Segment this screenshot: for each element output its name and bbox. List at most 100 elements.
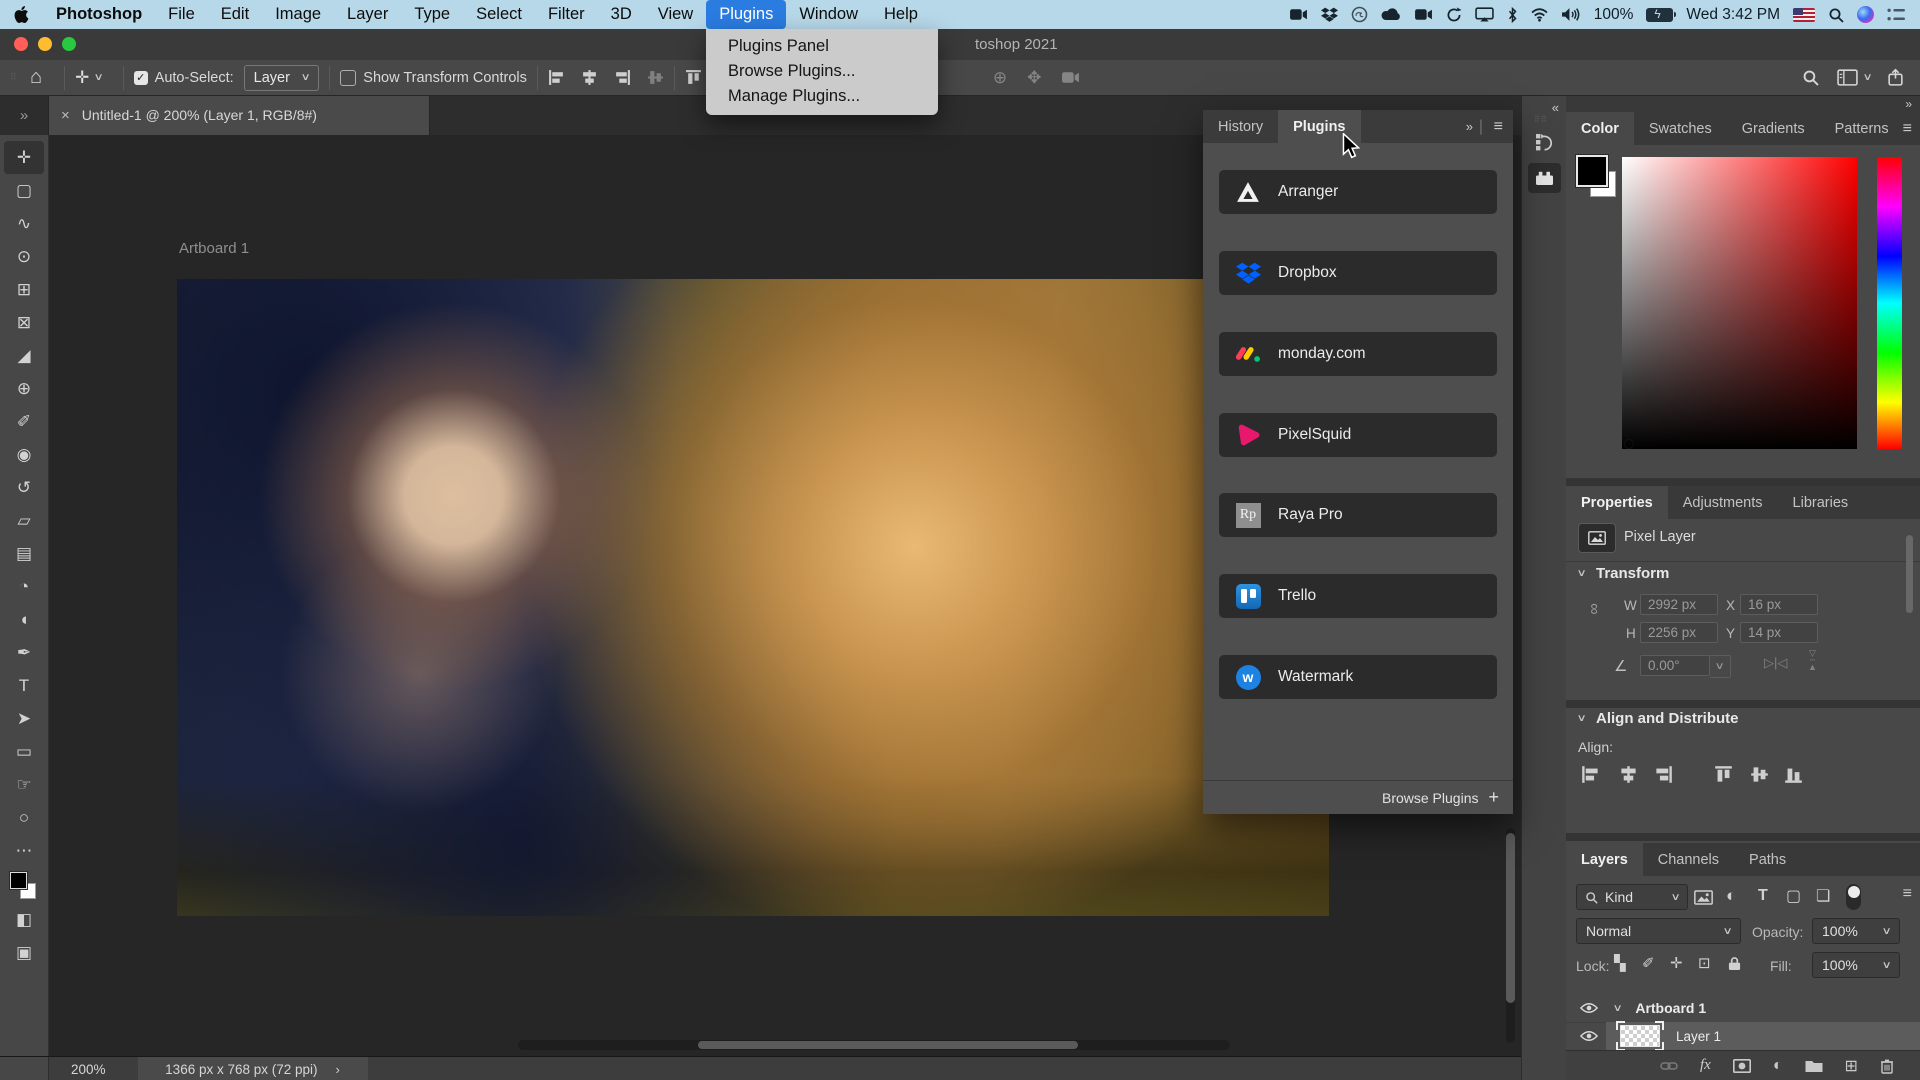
align-vertical-centers-icon[interactable] (1750, 765, 1769, 784)
align-right-edges-icon[interactable] (1654, 765, 1673, 784)
zoom-level[interactable]: 200% (71, 1062, 106, 1077)
menu-item-edit[interactable]: Edit (208, 0, 262, 29)
width-input[interactable]: 2992 px (1640, 594, 1718, 615)
layer-filter-toggle[interactable] (1846, 884, 1861, 910)
align-collapse-icon[interactable]: ∨ (1577, 713, 1587, 724)
layer-row-artboard[interactable]: ∨ Artboard 1 (1566, 994, 1920, 1023)
document-info[interactable]: 1366 px x 768 px (72 ppi) › (137, 1057, 368, 1080)
quick-mask-icon[interactable]: ◧ (4, 903, 44, 936)
menu-item-select[interactable]: Select (463, 0, 535, 29)
history-brush-tool[interactable]: ↺ (4, 471, 44, 504)
3d-camera-icon[interactable] (1061, 71, 1080, 84)
apple-menu[interactable] (0, 0, 43, 29)
menu-item-type[interactable]: Type (401, 0, 463, 29)
volume-icon[interactable] (1561, 7, 1581, 22)
camera-status-icon[interactable] (1414, 8, 1433, 21)
layer-thumbnail[interactable] (1616, 1021, 1664, 1051)
clone-stamp-tool[interactable]: ◉ (4, 438, 44, 471)
blur-tool[interactable]: ◔ (4, 570, 44, 603)
foreground-background-swatches[interactable] (9, 871, 39, 903)
screen-mode-icon[interactable]: ▣ (4, 936, 44, 969)
tab-adjustments[interactable]: Adjustments (1668, 486, 1778, 519)
eraser-tool[interactable]: ▱ (4, 504, 44, 537)
tab-layers[interactable]: Layers (1566, 843, 1643, 876)
auto-select-dropdown[interactable]: Layer ∨ (243, 64, 320, 91)
dock-expand-icon[interactable]: « (1552, 100, 1559, 115)
tab-properties[interactable]: Properties (1566, 486, 1668, 519)
artboard-image[interactable] (177, 279, 1329, 916)
filter-smart-objects-icon[interactable]: ❏ (1816, 886, 1830, 906)
menu-item-file[interactable]: File (155, 0, 208, 29)
tab-gradients[interactable]: Gradients (1727, 112, 1820, 145)
lock-position-icon[interactable]: ✛ (1670, 954, 1683, 972)
align-top-edges-icon[interactable] (685, 69, 702, 86)
flip-horizontal-icon[interactable]: ▷|◁ (1764, 655, 1787, 671)
tab-patterns[interactable]: Patterns (1820, 112, 1904, 145)
tool-preset-chevron-icon[interactable]: ∨ (94, 72, 104, 83)
delete-layer-icon[interactable] (1880, 1058, 1894, 1074)
control-center-icon[interactable] (1887, 7, 1906, 22)
strip-grip[interactable]: ⠿⠿ (1534, 115, 1548, 124)
options-grip[interactable]: ⠿ (10, 73, 18, 82)
panel-menu-icon[interactable]: ≡ (1494, 110, 1503, 143)
height-input[interactable]: 2256 px (1640, 622, 1718, 643)
align-right-edges-icon[interactable] (614, 69, 631, 86)
3d-orbit-icon[interactable]: ⊕ (993, 68, 1007, 88)
menu-option-plugins-panel[interactable]: Plugins Panel (706, 34, 938, 59)
visibility-eye-icon[interactable] (1580, 1030, 1598, 1042)
battery-icon[interactable]: ϟ (1646, 7, 1677, 22)
rectangular-marquee-tool[interactable]: ▢ (4, 174, 44, 207)
filter-type-layers-icon[interactable]: T (1758, 887, 1768, 905)
crop-tool[interactable]: ⊞ (4, 273, 44, 306)
tab-channels[interactable]: Channels (1643, 843, 1734, 876)
show-transform-checkbox[interactable] (340, 69, 357, 86)
frame-tool[interactable]: ⊠ (4, 306, 44, 339)
airplay-icon[interactable] (1475, 7, 1494, 22)
foreground-color-swatch[interactable] (1575, 154, 1609, 188)
color-field-marker[interactable] (1624, 439, 1634, 449)
y-input[interactable]: 14 px (1740, 622, 1818, 643)
plugin-card-watermark[interactable]: w Watermark (1219, 655, 1497, 699)
tab-swatches[interactable]: Swatches (1634, 112, 1727, 145)
tab-libraries[interactable]: Libraries (1778, 486, 1864, 519)
document-tab[interactable]: × Untitled-1 @ 200% (Layer 1, RGB/8#) (49, 95, 430, 135)
move-tool-preset-icon[interactable]: ✛ (75, 68, 89, 88)
blend-mode-dropdown[interactable]: Normal ∨ (1576, 918, 1741, 944)
new-layer-icon[interactable]: ⊞ (1845, 1056, 1858, 1076)
link-layers-icon[interactable] (1660, 1061, 1678, 1071)
menu-item-image[interactable]: Image (262, 0, 334, 29)
type-tool[interactable]: T (4, 669, 44, 702)
fill-dropdown[interactable]: 100% ∨ (1812, 952, 1900, 978)
pen-tool[interactable]: ✒ (4, 636, 44, 669)
flip-vertical-icon[interactable]: ▽ ┄ ▲ (1808, 649, 1817, 672)
edit-toolbar-icon[interactable]: ⋯ (4, 834, 44, 867)
close-tab-icon[interactable]: × (61, 107, 70, 124)
layer-row-layer1[interactable]: Layer 1 (1566, 1021, 1920, 1051)
tab-history[interactable]: History (1203, 110, 1278, 143)
color-field[interactable] (1622, 157, 1857, 449)
status-chevron-icon[interactable]: › (336, 1062, 340, 1077)
artboard-label[interactable]: Artboard 1 (179, 240, 249, 257)
panel-collapse-icon[interactable]: » (1466, 110, 1473, 143)
horizontal-scrollbar-thumb[interactable] (698, 1041, 1078, 1049)
move-tool[interactable]: ✛ (4, 141, 44, 174)
creative-cloud-icon[interactable] (1351, 6, 1368, 23)
visibility-eye-icon[interactable] (1580, 1002, 1598, 1014)
hand-tool[interactable]: ☞ (4, 768, 44, 801)
close-window-button[interactable] (14, 37, 28, 51)
zoom-tool[interactable]: ○ (4, 801, 44, 834)
brush-tool[interactable]: ✐ (4, 405, 44, 438)
align-horizontal-centers-icon[interactable] (1619, 765, 1638, 784)
align-bottom-edges-icon[interactable] (1784, 765, 1803, 784)
new-group-icon[interactable] (1805, 1059, 1823, 1073)
gradient-tool[interactable]: ▤ (4, 537, 44, 570)
align-left-edges-icon[interactable] (548, 69, 565, 86)
menu-item-layer[interactable]: Layer (334, 0, 401, 29)
angle-chevron-icon[interactable]: ∨ (1710, 655, 1731, 678)
menu-item-filter[interactable]: Filter (535, 0, 598, 29)
lock-all-icon[interactable] (1728, 956, 1741, 971)
color-panel-menu-icon[interactable]: ≡ (1903, 120, 1912, 138)
shape-tool[interactable]: ▭ (4, 735, 44, 768)
filter-adjustment-layers-icon[interactable]: ◐ (1726, 886, 1736, 906)
lock-artboard-icon[interactable]: ⊡ (1698, 954, 1711, 972)
